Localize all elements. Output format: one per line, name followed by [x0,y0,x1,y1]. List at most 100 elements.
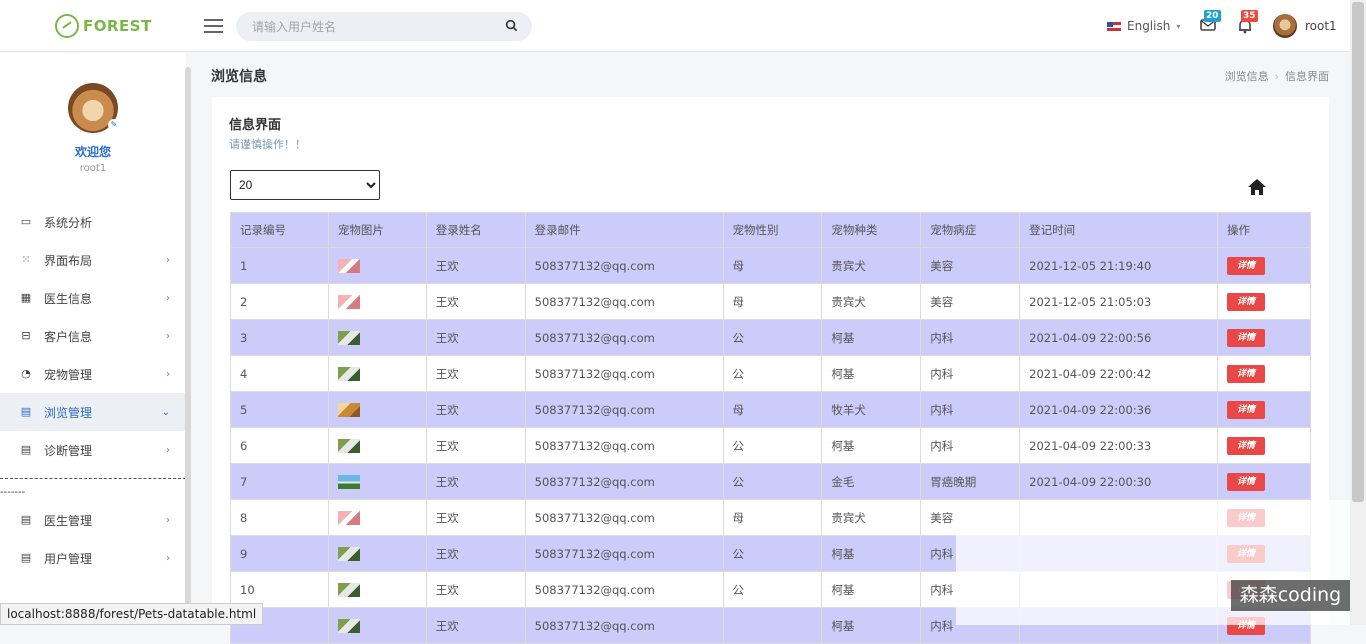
cell-record-id: 8 [230,499,329,536]
cell-pet-image [327,571,427,608]
search-icon[interactable] [505,19,518,32]
pet-thumbnail[interactable] [337,330,360,345]
pet-thumbnail[interactable] [337,618,360,633]
cell-record-id: 3 [230,319,329,356]
sidebar-item-system-analysis[interactable]: ▭ 系统分析 [0,203,186,241]
cell-login-name: 王欢 [425,607,526,644]
sidebar-item-layout[interactable]: ⁙ 界面布局 › [0,241,186,279]
table-row: 3 王欢 508377132@qq.com 公柯基 内科 2021-04-09 22:00… [230,319,1312,356]
hamburger-menu-icon[interactable] [204,19,223,33]
table-row: 6 王欢 508377132@qq.com 公柯基 内科 2021-04-09 22:00… [230,427,1312,464]
grid-icon: ⁙ [21,253,31,266]
cell-register-time: 2021-04-09 22:00:42 [1019,355,1218,392]
logo[interactable]: FOREST [55,14,152,38]
cell-action: 详情 [1216,247,1312,284]
sidebar-item-doctor-management[interactable]: ▤ 医生管理 › [0,501,186,539]
detail-button[interactable]: 详情 [1226,472,1265,491]
language-selector[interactable]: English ▾ [1107,19,1180,33]
cell-record-id: 5 [230,391,329,428]
detail-button[interactable]: 详情 [1226,436,1265,455]
logo-text: FOREST [83,17,152,35]
pet-thumbnail[interactable] [337,402,360,417]
detail-button[interactable]: 详情 [1226,328,1265,347]
mail-button[interactable]: 20 [1200,10,1221,34]
leaf-logo-icon [55,14,79,38]
sidebar-item-label: 客户信息 [44,329,93,344]
cell-login-name: 王欢 [425,391,526,428]
chevron-right-icon: › [166,552,170,564]
cell-record-id: 7 [230,463,329,500]
pet-thumbnail[interactable] [337,510,360,525]
detail-button[interactable]: 详情 [1226,292,1265,311]
sidebar-item-customer-info[interactable]: ⊟ 客户信息 › [0,317,186,355]
cell-login-email: 508377132@qq.com [524,247,724,284]
language-label: English [1127,19,1171,33]
cell-pet-kind: 柯基 [821,355,922,392]
cell-login-email: 508377132@qq.com [524,319,724,356]
cell-pet-image [327,247,427,284]
pet-thumbnail[interactable] [337,294,360,309]
cell-login-name: 王欢 [425,427,526,464]
column-header[interactable]: 宠物种类 [821,212,922,248]
document-icon: ▤ [20,513,32,526]
pet-thumbnail[interactable] [337,546,360,561]
detail-button[interactable]: 详情 [1226,364,1265,383]
pet-thumbnail[interactable] [337,474,360,489]
column-header[interactable]: 记录编号 [230,212,329,248]
page-size-select[interactable]: 20 [230,170,380,200]
pet-thumbnail[interactable] [337,438,360,453]
calendar-icon: ▦ [20,291,32,304]
cell-record-id: 4 [230,355,329,392]
profile-avatar[interactable]: ✎ [68,83,120,133]
home-icon[interactable] [1247,177,1267,197]
pet-thumbnail[interactable] [337,582,360,597]
sidebar-item-browse-management[interactable]: ▤ 浏览管理 ⌄ [0,393,186,431]
cell-login-email: 508377132@qq.com [524,535,724,572]
column-header[interactable]: 宠物性别 [722,212,823,248]
search-input[interactable] [236,12,486,41]
cell-login-email: 508377132@qq.com [524,391,724,428]
column-header[interactable]: 宠物图片 [327,212,427,248]
sidebar-item-diagnosis-management[interactable]: ▤ 诊断管理 › [0,431,186,469]
cell-login-email: 508377132@qq.com [524,427,724,464]
sidebar-item-user-management[interactable]: ▤ 用户管理 › [0,539,186,577]
edit-pencil-icon[interactable]: ✎ [108,119,120,131]
column-header[interactable]: 登记时间 [1019,212,1218,248]
cell-action: 详情 [1216,319,1312,356]
cell-pet-image [327,463,427,500]
cell-pet-kind: 金毛 [821,463,922,500]
sidebar-item-label: 医生管理 [44,513,93,528]
cell-pet-image [327,391,427,428]
sidebar: ✎ 欢迎您 root1 ▭ 系统分析 ⁙ 界面布局 › ▦ 医生信息 › ⊟ 客… [0,53,186,625]
breadcrumb-separator-icon: › [1274,70,1279,83]
breadcrumb-link[interactable]: 浏览信息 [1225,70,1269,83]
cell-pet-image [327,499,427,536]
notification-button[interactable]: 35 [1237,10,1258,34]
sidebar-item-pet-management[interactable]: ◔ 宠物管理 › [0,355,186,393]
search-box [236,12,532,41]
pet-thumbnail[interactable] [337,366,360,381]
cell-pet-sex: 公 [722,463,823,500]
cell-login-name: 王欢 [425,283,526,320]
cell-pet-image [327,283,427,320]
sidebar-scrollbar[interactable] [185,67,191,612]
paw-icon: ◔ [21,367,31,380]
document-icon: ▤ [20,551,32,564]
cell-pet-disease: 内科 [920,355,1021,392]
column-header[interactable]: 登录邮件 [524,212,724,248]
cell-pet-kind: 柯基 [821,319,922,356]
detail-button[interactable]: 详情 [1226,256,1265,275]
cell-login-email: 508377132@qq.com [524,355,724,392]
sidebar-item-doctor-info[interactable]: ▦ 医生信息 › [0,279,186,317]
detail-button[interactable]: 详情 [1226,400,1265,419]
pet-thumbnail[interactable] [337,258,360,273]
cell-login-email: 508377132@qq.com [524,499,724,536]
mail-count-badge: 20 [1204,10,1221,22]
column-header[interactable]: 宠物病症 [920,212,1021,248]
page-scrollbar[interactable] [1350,0,1366,625]
cell-pet-sex [722,607,823,644]
cell-pet-sex: 母 [722,499,823,536]
user-menu[interactable]: root1 [1273,14,1337,38]
column-header[interactable]: 登录姓名 [425,212,526,248]
column-header[interactable]: 操作 [1216,212,1312,248]
